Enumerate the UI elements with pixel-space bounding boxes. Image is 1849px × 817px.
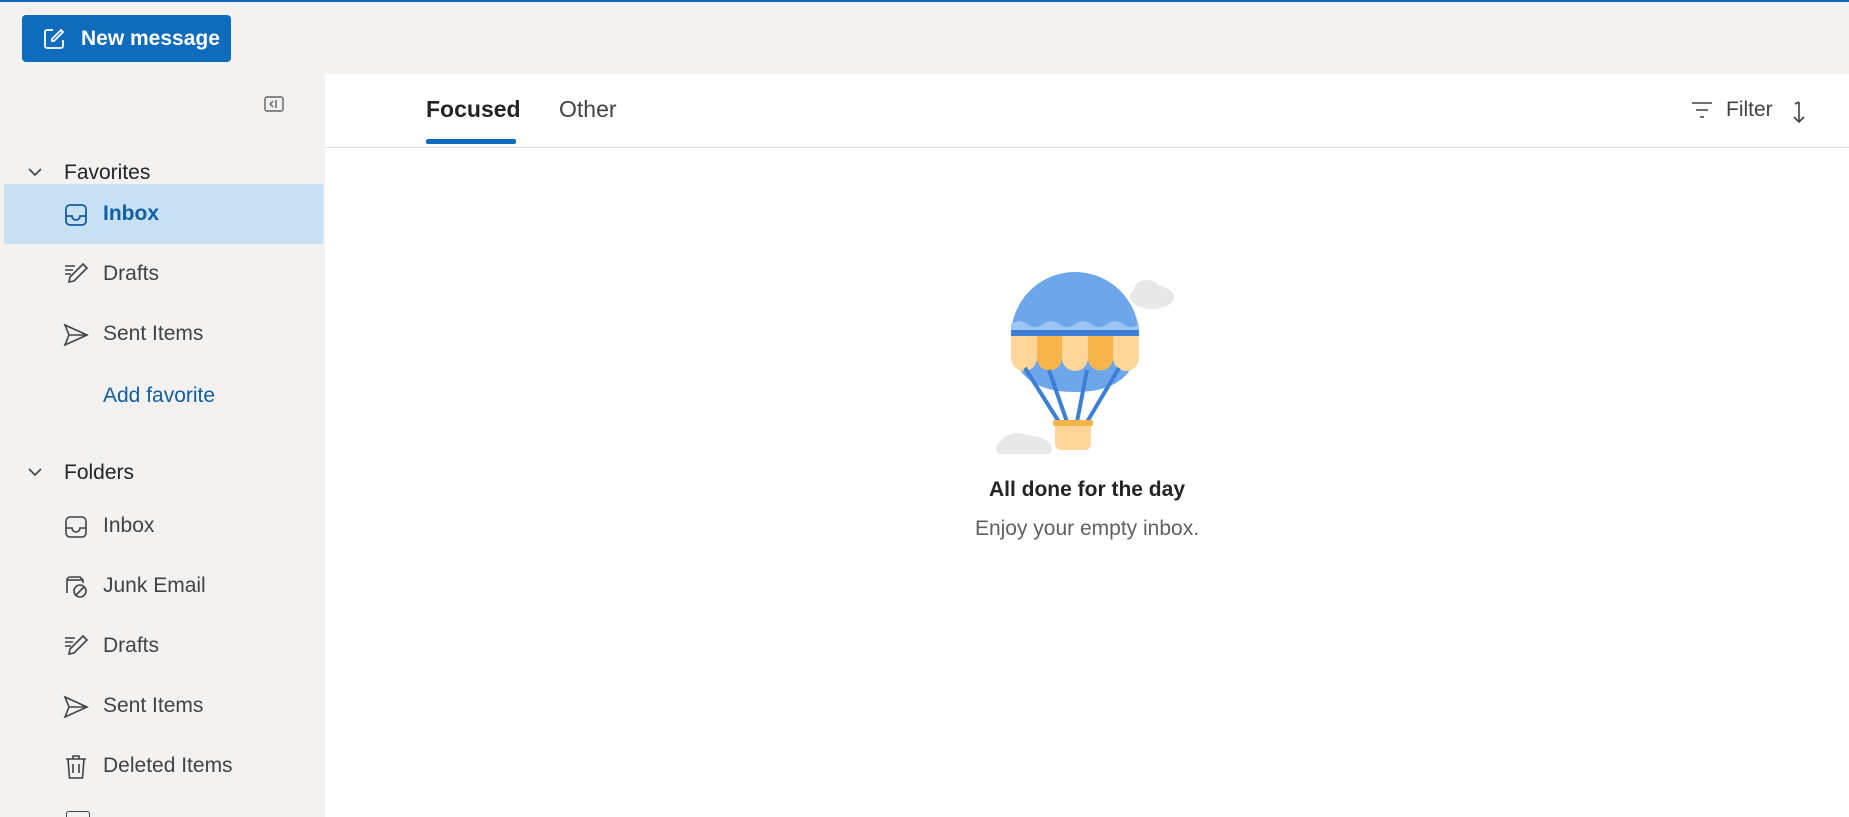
favorite-item-label: Inbox [103, 202, 159, 225]
sent-icon [62, 693, 90, 721]
top-toolbar: New message [0, 2, 1849, 74]
folders-label: Folders [64, 461, 135, 484]
inbox-icon [62, 201, 90, 229]
inbox-tabs-bar: Focused Other Filter [325, 74, 1849, 148]
folder-pane: Favorites Inbox Drafts Sent Items Add fa… [4, 74, 323, 817]
folder-item-label: Inbox [103, 514, 155, 537]
favorite-item-label: Sent Items [103, 322, 204, 345]
favorite-item-drafts[interactable]: Drafts [4, 244, 323, 304]
filter-icon [1692, 102, 1712, 118]
collapse-pane-icon [264, 96, 284, 112]
message-list-pane: Focused Other Filter All done for the da… [325, 74, 1849, 817]
folders-header[interactable]: Folders [4, 453, 323, 493]
filter-button[interactable]: Filter [1690, 92, 1773, 128]
folder-item-label: Deleted Items [103, 754, 233, 777]
favorite-item-label: Drafts [103, 262, 160, 285]
add-favorite-link[interactable]: Add favorite [103, 384, 215, 408]
folder-item-label: Sent Items [103, 694, 204, 717]
new-message-label: New message [81, 26, 220, 50]
sort-button[interactable] [1789, 98, 1813, 128]
junk-icon [62, 573, 90, 601]
folder-item-inbox[interactable]: Inbox [4, 496, 323, 556]
balloon-illustration [996, 272, 1174, 454]
folder-item-label: Junk Email [103, 574, 206, 597]
inbox-icon [62, 513, 90, 541]
trash-icon [62, 753, 90, 781]
active-tab-indicator [426, 139, 516, 144]
drafts-icon [62, 633, 90, 661]
filter-label: Filter [1726, 98, 1773, 121]
favorite-item-inbox[interactable]: Inbox [4, 184, 323, 244]
sort-arrow-icon [1793, 101, 1805, 124]
sent-icon [62, 321, 90, 349]
folder-icon-partial [66, 811, 90, 817]
chevron-down-icon [28, 468, 42, 477]
empty-state-subtitle: Enjoy your empty inbox. [974, 517, 1200, 540]
collapse-pane-button[interactable] [260, 92, 288, 116]
favorite-item-sent[interactable]: Sent Items [4, 304, 323, 364]
folder-item-junk[interactable]: Junk Email [4, 556, 323, 616]
tab-other[interactable]: Other [559, 96, 617, 123]
favorites-label: Favorites [64, 161, 151, 184]
folder-item-drafts[interactable]: Drafts [4, 616, 323, 676]
folder-item-sent[interactable]: Sent Items [4, 676, 323, 736]
drafts-icon [62, 261, 90, 289]
empty-state-title: All done for the day [988, 478, 1185, 501]
new-message-button[interactable]: New message [22, 15, 231, 62]
tab-focused[interactable]: Focused [426, 96, 521, 123]
compose-icon [44, 28, 65, 49]
folder-item-label: Drafts [103, 634, 160, 657]
chevron-down-icon [28, 168, 42, 177]
folder-item-deleted[interactable]: Deleted Items [4, 736, 323, 796]
